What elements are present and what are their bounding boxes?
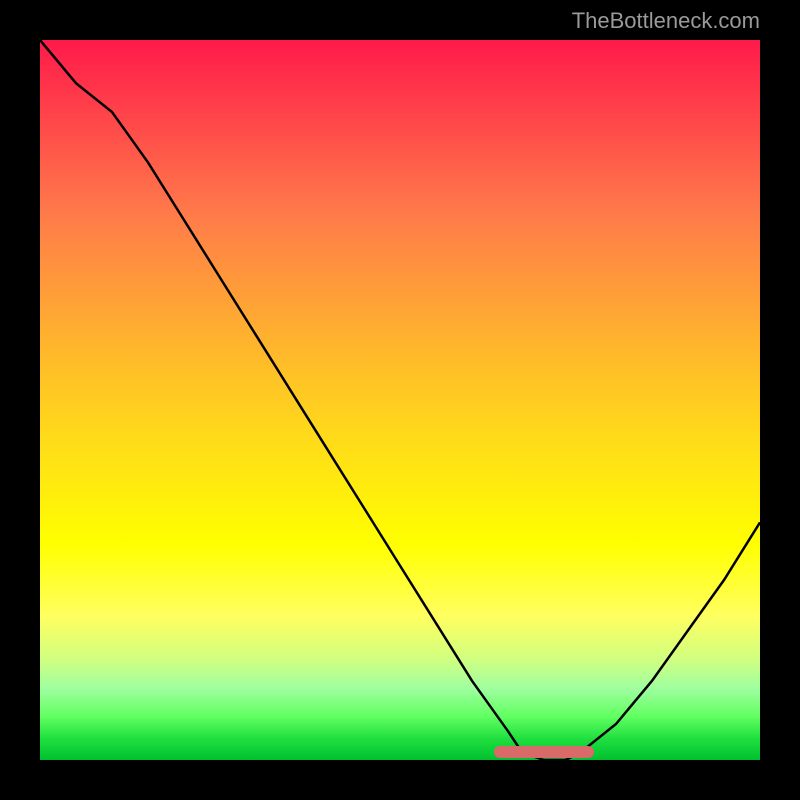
curve-path	[40, 40, 760, 760]
bottleneck-curve	[40, 40, 760, 760]
chart-plot-area	[40, 40, 760, 760]
watermark-text: TheBottleneck.com	[572, 8, 760, 34]
optimal-range-marker	[494, 746, 595, 758]
